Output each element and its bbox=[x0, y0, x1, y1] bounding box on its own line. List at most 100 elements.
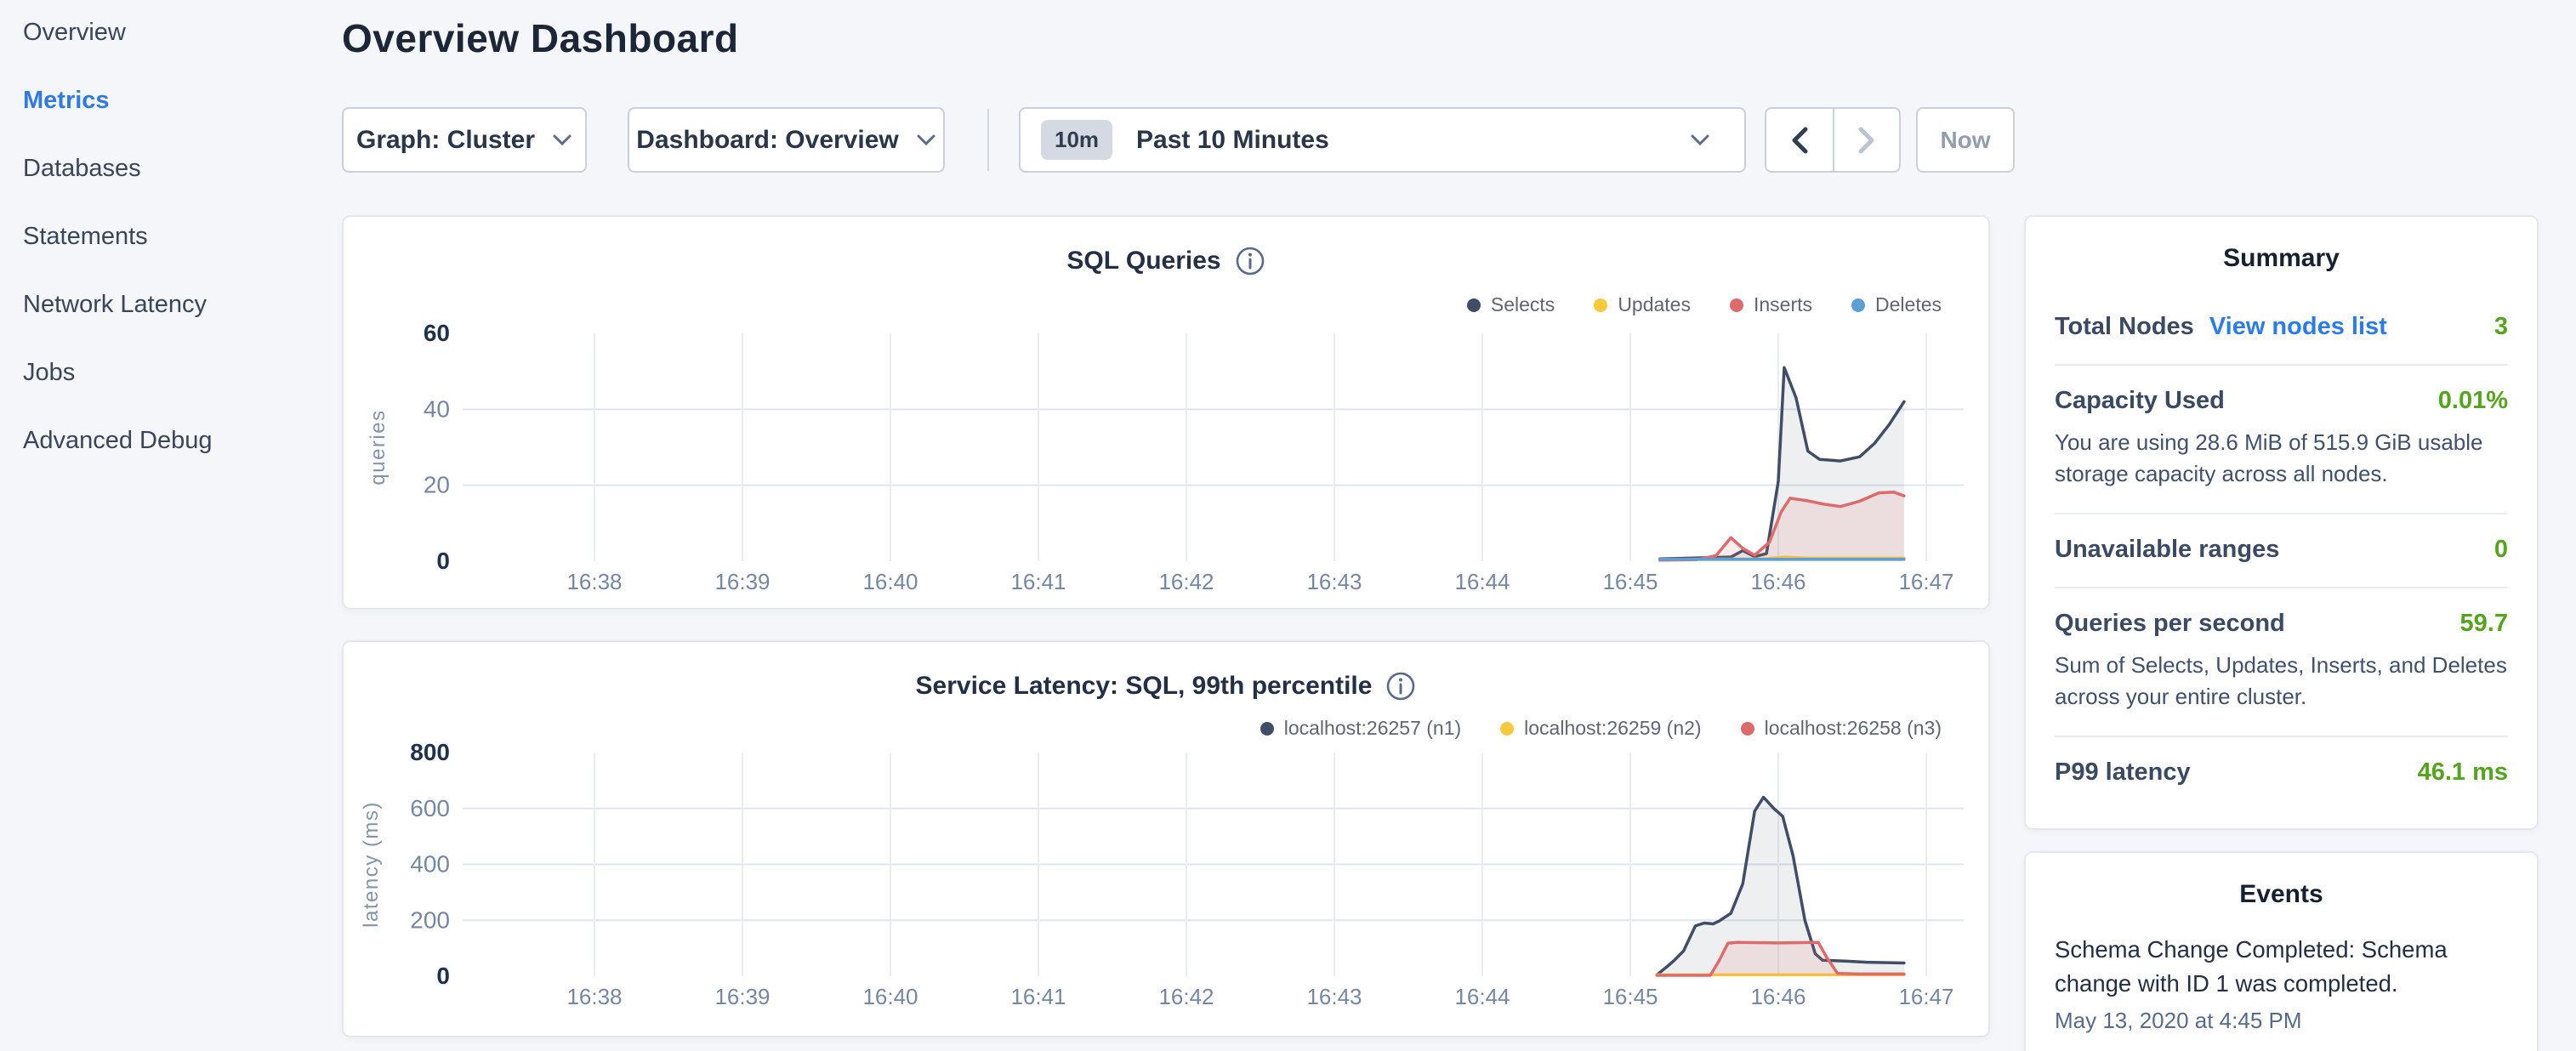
svg-text:16:44: 16:44 bbox=[1454, 569, 1510, 594]
svg-text:16:42: 16:42 bbox=[1158, 984, 1214, 1009]
info-icon[interactable] bbox=[1385, 671, 1416, 702]
events-heading: Events bbox=[2026, 880, 2537, 909]
summary-row-value: 0 bbox=[2494, 536, 2508, 564]
summary-row-capacity-used: Capacity Used 0.01% You are using 28.6 M… bbox=[2055, 364, 2508, 513]
legend-label: localhost:26258 (n3) bbox=[1765, 717, 1942, 740]
summary-row-description: You are using 28.6 MiB of 515.9 GiB usab… bbox=[2055, 427, 2508, 490]
svg-text:16:40: 16:40 bbox=[862, 569, 918, 594]
event-list-item[interactable]: Schema Change Completed: Schema change w… bbox=[2055, 933, 2508, 1034]
legend-label: Updates bbox=[1618, 293, 1691, 316]
service-latency-chart[interactable]: 020040060080016:3816:3916:4016:4116:4216… bbox=[344, 738, 1992, 1031]
event-message: Schema Change Completed: Schema change w… bbox=[2055, 933, 2508, 1001]
info-icon[interactable] bbox=[1235, 246, 1265, 276]
svg-text:40: 40 bbox=[424, 395, 450, 422]
summary-row-value: 59.7 bbox=[2460, 610, 2508, 638]
legend-item[interactable]: localhost:26259 (n2) bbox=[1500, 717, 1701, 740]
svg-text:60: 60 bbox=[424, 320, 450, 346]
svg-text:16:47: 16:47 bbox=[1898, 569, 1953, 594]
sidebar-item-statements[interactable]: Statements bbox=[0, 204, 340, 272]
legend-dot-icon bbox=[1500, 722, 1514, 736]
summary-row-value: 0.01% bbox=[2438, 387, 2508, 415]
chevron-down-icon bbox=[1690, 134, 1710, 147]
chart-title: Service Latency: SQL, 99th percentile bbox=[916, 672, 1373, 701]
summary-row-label: Unavailable ranges bbox=[2055, 536, 2279, 564]
legend-dot-icon bbox=[1851, 298, 1865, 312]
time-step-back-button[interactable] bbox=[1766, 109, 1833, 171]
time-step-forward-button[interactable] bbox=[1833, 109, 1899, 171]
page-title: Overview Dashboard bbox=[342, 15, 739, 61]
sidebar-item-jobs[interactable]: Jobs bbox=[0, 340, 340, 408]
svg-text:16:39: 16:39 bbox=[714, 984, 770, 1009]
svg-text:16:38: 16:38 bbox=[566, 569, 622, 594]
axis-labels: 020406016:3816:3916:4016:4116:4216:4316:… bbox=[367, 320, 1954, 594]
y-axis-title: queries bbox=[367, 409, 390, 485]
chevron-down-icon bbox=[552, 134, 572, 147]
summary-row-value: 46.1 ms bbox=[2418, 758, 2508, 787]
gridlines bbox=[463, 333, 1964, 561]
summary-row-total-nodes: Total Nodes View nodes list 3 bbox=[2055, 292, 2508, 364]
chevron-right-icon bbox=[1857, 126, 1876, 155]
summary-row-p99-latency: P99 latency 46.1 ms bbox=[2055, 736, 2508, 810]
now-button[interactable]: Now bbox=[1916, 107, 2015, 173]
legend-dot-icon bbox=[1260, 722, 1274, 736]
svg-text:16:43: 16:43 bbox=[1306, 984, 1362, 1009]
time-step-buttons bbox=[1765, 107, 1901, 173]
sidebar-item-overview[interactable]: Overview bbox=[0, 0, 340, 68]
legend-item[interactable]: Inserts bbox=[1730, 293, 1812, 316]
legend-label: localhost:26259 (n2) bbox=[1524, 717, 1701, 740]
legend-item[interactable]: Updates bbox=[1594, 293, 1691, 316]
summary-panel: Summary Total Nodes View nodes list 3 Ca… bbox=[2024, 215, 2539, 830]
time-range-selector[interactable]: 10m Past 10 Minutes bbox=[1019, 107, 1746, 173]
time-range-badge: 10m bbox=[1041, 120, 1112, 160]
svg-text:800: 800 bbox=[410, 739, 450, 765]
sql-queries-chart[interactable]: 020406016:3816:3916:4016:4116:4216:4316:… bbox=[344, 319, 1992, 608]
legend-dot-icon bbox=[1730, 298, 1743, 312]
svg-text:16:43: 16:43 bbox=[1306, 569, 1362, 594]
svg-text:0: 0 bbox=[436, 963, 450, 989]
svg-text:16:41: 16:41 bbox=[1010, 984, 1066, 1009]
legend-label: Deletes bbox=[1875, 293, 1942, 316]
view-nodes-list-link[interactable]: View nodes list bbox=[2209, 313, 2387, 341]
legend-dot-icon bbox=[1594, 298, 1607, 312]
sidebar-item-network-latency[interactable]: Network Latency bbox=[0, 272, 340, 340]
summary-row-label: P99 latency bbox=[2055, 758, 2191, 787]
sidebar-item-advanced-debug[interactable]: Advanced Debug bbox=[0, 408, 340, 476]
dashboard-dropdown-label: Dashboard: Overview bbox=[636, 126, 898, 155]
svg-text:200: 200 bbox=[410, 906, 450, 933]
sql-queries-chart-card: SQL Queries Selects Updates Inserts Deletes… bbox=[342, 215, 1990, 610]
dashboard-dropdown[interactable]: Dashboard: Overview bbox=[628, 107, 945, 173]
summary-row-description: Sum of Selects, Updates, Inserts, and De… bbox=[2055, 650, 2508, 713]
sidebar-item-databases[interactable]: Databases bbox=[0, 136, 340, 204]
chevron-left-icon bbox=[1790, 126, 1809, 155]
y-axis-title: latency (ms) bbox=[360, 801, 383, 928]
summary-heading: Summary bbox=[2026, 244, 2537, 273]
summary-row-value: 3 bbox=[2494, 313, 2508, 341]
svg-text:16:45: 16:45 bbox=[1602, 984, 1658, 1009]
chart-legend: Selects Updates Inserts Deletes bbox=[1467, 293, 1942, 316]
graph-scope-dropdown[interactable]: Graph: Cluster bbox=[342, 107, 587, 173]
svg-text:16:42: 16:42 bbox=[1158, 569, 1214, 594]
legend-item[interactable]: Deletes bbox=[1851, 293, 1942, 316]
time-range-label: Past 10 Minutes bbox=[1136, 126, 1673, 155]
legend-item[interactable]: localhost:26257 (n1) bbox=[1260, 717, 1461, 740]
chart-title: SQL Queries bbox=[1066, 247, 1220, 276]
svg-text:16:46: 16:46 bbox=[1750, 984, 1805, 1009]
sidebar-item-metrics[interactable]: Metrics bbox=[0, 68, 340, 136]
legend-label: Selects bbox=[1491, 293, 1555, 316]
toolbar-divider bbox=[987, 109, 989, 171]
legend-dot-icon bbox=[1741, 722, 1754, 736]
summary-row-label: Queries per second bbox=[2055, 610, 2285, 638]
sidebar: Overview Metrics Databases Statements Ne… bbox=[0, 0, 340, 476]
legend-item[interactable]: Selects bbox=[1467, 293, 1555, 316]
legend-item[interactable]: localhost:26258 (n3) bbox=[1741, 717, 1942, 740]
svg-text:0: 0 bbox=[436, 548, 450, 574]
graph-scope-dropdown-label: Graph: Cluster bbox=[356, 126, 535, 155]
svg-text:16:39: 16:39 bbox=[714, 569, 770, 594]
svg-text:400: 400 bbox=[410, 851, 450, 878]
svg-text:16:47: 16:47 bbox=[1898, 984, 1953, 1009]
svg-text:16:46: 16:46 bbox=[1750, 569, 1805, 594]
legend-label: Inserts bbox=[1754, 293, 1812, 316]
chevron-down-icon bbox=[916, 134, 936, 147]
svg-text:16:45: 16:45 bbox=[1602, 569, 1658, 594]
summary-row-label: Capacity Used bbox=[2055, 387, 2225, 415]
